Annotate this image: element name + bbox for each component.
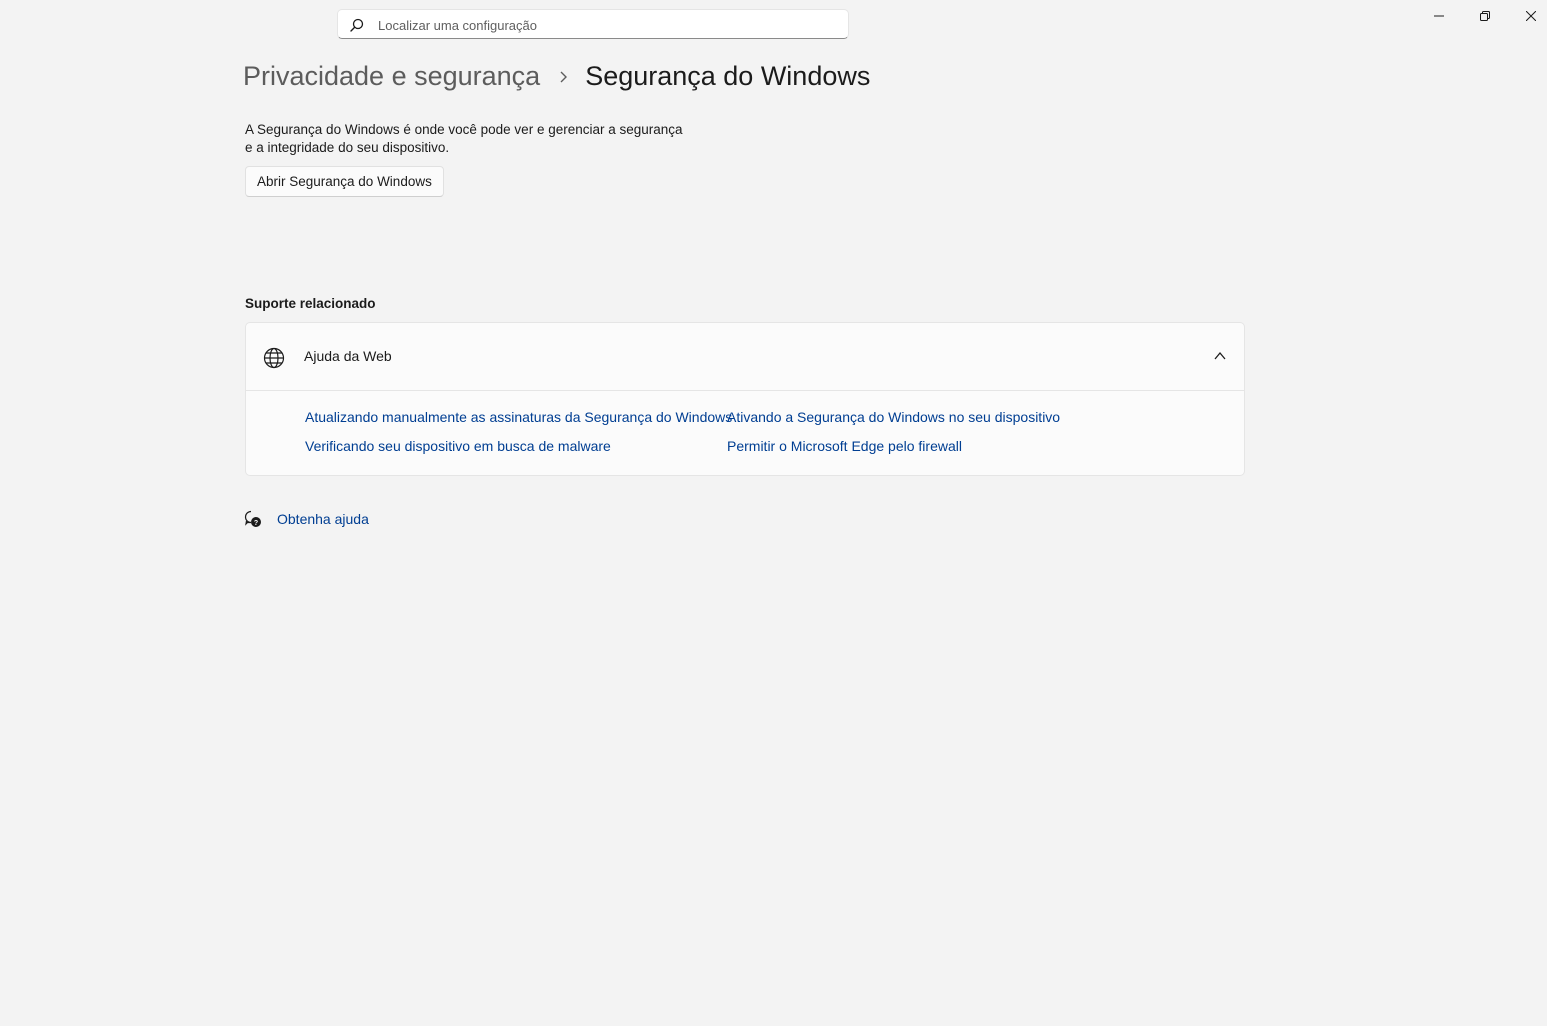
restore-button[interactable] — [1462, 0, 1508, 32]
help-link-allow-edge-firewall[interactable]: Permitir o Microsoft Edge pelo firewall — [727, 438, 962, 454]
web-help-header[interactable]: Ajuda da Web — [246, 323, 1244, 391]
close-button[interactable] — [1508, 0, 1547, 32]
description-line-1: A Segurança do Windows é onde você pode … — [245, 122, 683, 137]
web-help-label: Ajuda da Web — [304, 348, 392, 364]
minimize-icon — [1434, 15, 1444, 17]
get-help-row: ? Obtenha ajuda — [244, 508, 369, 530]
close-icon — [1526, 11, 1536, 21]
help-link-enable-security[interactable]: Ativando a Segurança do Windows no seu d… — [727, 409, 1060, 425]
get-help-link[interactable]: Obtenha ajuda — [277, 511, 369, 527]
breadcrumb-parent-link[interactable]: Privacidade e segurança — [243, 61, 540, 92]
chevron-right-icon — [540, 61, 585, 92]
web-help-card: Ajuda da Web Atualizando manualmente as … — [245, 322, 1245, 476]
page-title: Segurança do Windows — [585, 60, 871, 91]
section-title-related-support: Suporte relacionado — [245, 296, 376, 311]
search-box[interactable] — [337, 9, 849, 40]
minimize-button[interactable] — [1416, 0, 1462, 32]
chevron-up-icon[interactable] — [1214, 351, 1226, 361]
page-description: A Segurança do Windows é onde você pode … — [245, 121, 705, 157]
help-link-scan-malware[interactable]: Verificando seu dispositivo em busca de … — [305, 438, 611, 454]
search-input[interactable] — [376, 10, 840, 40]
breadcrumb: Privacidade e segurança Segurança do Win… — [243, 56, 870, 96]
search-icon — [350, 18, 364, 32]
restore-icon — [1480, 11, 1490, 21]
svg-text:?: ? — [254, 520, 258, 527]
description-line-2: e a integridade do seu dispositivo. — [245, 140, 450, 155]
help-link-update-signatures[interactable]: Atualizando manualmente as assinaturas d… — [305, 409, 732, 425]
open-windows-security-button[interactable]: Abrir Segurança do Windows — [245, 166, 444, 197]
globe-icon — [263, 347, 285, 369]
help-chat-icon: ? — [244, 510, 261, 527]
